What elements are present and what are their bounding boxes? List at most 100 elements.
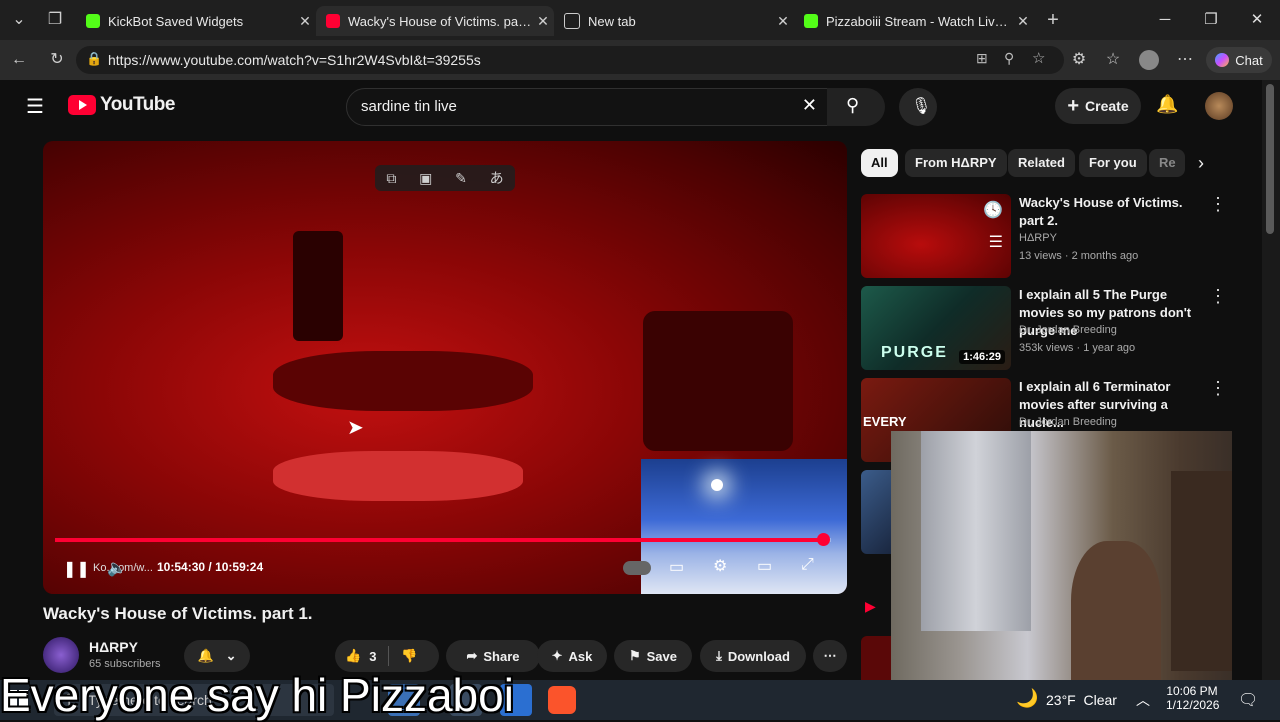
close-tab-icon[interactable]: ✕ [294,13,316,30]
restore-icon[interactable]: ❐ [1196,8,1226,32]
app-available-icon[interactable]: ⊞ [976,50,988,67]
youtube-header: ☰ YouTube sardine tin live ✕ ⚲ 🎙 + Creat… [0,80,1262,132]
volume-mute-icon[interactable]: 🔈 [107,558,127,578]
tab-new-tab[interactable]: New tab ✕ [554,6,794,36]
dislike-icon[interactable]: 👎 [401,648,417,664]
voice-search-button[interactable]: 🎙 [899,88,937,126]
recommendation-item[interactable]: PURGE 1:46:29 I explain all 5 The Purge … [861,286,1261,372]
copilot-chat-button[interactable]: Chat [1206,47,1272,73]
more-vertical-icon[interactable]: ⋮ [1209,194,1227,215]
watch-later-icon[interactable]: 🕓 [983,200,1003,220]
clear-search-icon[interactable]: ✕ [802,95,817,116]
tab-label: New tab [588,13,636,29]
close-tab-icon[interactable]: ✕ [532,13,554,30]
visual-search-icon[interactable]: ▣ [419,170,432,187]
subtitles-icon[interactable]: ▭ [669,557,684,577]
progress-bar[interactable] [55,533,831,546]
pause-icon[interactable]: ❚❚ [63,559,90,579]
youtube-logo[interactable]: YouTube [68,94,175,116]
close-window-icon[interactable]: ✕ [1242,8,1272,32]
video-scene-shape [643,311,793,451]
channel-name[interactable]: HΔRPY [89,639,138,655]
address-bar[interactable]: 🔒 https://www.youtube.com/watch?v=S1hr2W… [76,46,1064,74]
video-title: Wacky's House of Victims. part 1. [43,604,313,623]
tab-youtube[interactable]: Wacky's House of Victims. part 1. ✕ [316,6,554,36]
recommendation-channel: Dr. Jordan Breeding [1019,324,1117,336]
account-avatar[interactable] [1205,92,1233,120]
favorites-icon[interactable]: ☆ [1100,47,1126,73]
download-button[interactable]: ⤓ Download [700,640,806,672]
ask-label: Ask [568,648,593,664]
menu-hamburger-icon[interactable]: ☰ [26,94,44,119]
page-scrollbar[interactable] [1262,80,1280,680]
tab-label: KickBot Saved Widgets [108,13,244,29]
refresh-icon[interactable]: ↻ [44,47,70,73]
site-info-icon[interactable]: 🔒 [86,51,102,67]
tray-chevron-up-icon[interactable]: ︿ [1136,690,1150,710]
search-button[interactable]: ⚲ [827,88,885,126]
time-current: 10:54:30 [157,560,206,574]
fullscreen-icon[interactable]: ⤢ [801,556,814,574]
chip-all[interactable]: All [861,149,898,177]
zoom-icon[interactable]: ⚲ [1004,50,1014,67]
search-input[interactable]: sardine tin live ✕ [346,88,828,126]
popout-icon[interactable]: ⧉ [386,170,396,187]
tab-kick-stream[interactable]: Pizzaboiii Stream - Watch Live on K ✕ [794,6,1034,36]
minimize-icon[interactable]: ─ [1150,8,1180,32]
share-label: Share [483,648,520,664]
more-vertical-icon[interactable]: ⋮ [1209,378,1227,399]
chip-from-channel[interactable]: From HΔRPY [905,149,1007,177]
browser-tab-strip: ⌄ ❐ KickBot Saved Widgets ✕ Wacky's Hous… [0,0,1280,40]
chat-label: Chat [1235,52,1263,68]
new-tab-icon[interactable]: + [1040,7,1066,33]
video-thumbnail-partial[interactable] [861,636,891,680]
video-scene-shape [293,231,343,341]
chips-next-chevron-icon[interactable]: › [1188,150,1214,176]
chip-for-you[interactable]: For you [1079,149,1147,177]
tab-actions-chevron-icon[interactable]: ⌄ [6,7,32,33]
notification-center-icon[interactable]: 🗨 [1238,690,1258,710]
more-menu-icon[interactable]: ⋯ [1172,47,1198,73]
settings-gear-icon[interactable]: ⚙ [713,556,727,576]
notifications-bell-icon[interactable]: 🔔 [1156,94,1178,115]
back-icon[interactable]: ← [6,47,32,73]
ask-button[interactable]: ✦ Ask [537,640,607,672]
recommendation-title: Wacky's House of Victims. part 2. [1019,195,1183,228]
close-tab-icon[interactable]: ✕ [1012,13,1034,30]
summarize-icon[interactable]: ✎ [455,170,467,187]
profile-avatar[interactable] [1139,50,1159,70]
clock[interactable]: 10:06 PM 1/12/2026 [1166,684,1219,712]
time-separator: / [208,560,212,574]
favorite-star-icon[interactable]: ☆ [1032,49,1045,67]
create-label: Create [1085,98,1129,114]
translate-icon[interactable]: あ [490,168,504,188]
video-thumbnail: PURGE 1:46:29 [861,286,1011,370]
create-button[interactable]: + Create [1055,88,1141,124]
close-tab-icon[interactable]: ✕ [772,13,794,30]
weather-text[interactable]: 23°F Clear [1046,692,1117,708]
moon-shape [711,479,723,491]
more-horizontal-icon: ⋯ [823,648,837,663]
copilot-icon [1215,53,1230,67]
theater-mode-icon[interactable]: ▭ [757,556,772,576]
video-thumbnail: 🕓 ☰ [861,194,1011,278]
chip-truncated[interactable]: Re [1149,149,1185,177]
mouse-cursor-icon: ➤ [347,417,364,439]
brave-browser-icon[interactable] [548,686,576,714]
video-player[interactable]: ⧉ ▣ ✎ あ ➤ ❚❚ Ko..com/w... 🔈 10:54:30 / 1… [43,141,847,594]
save-button[interactable]: ⚑ Save [614,640,692,672]
add-to-queue-icon[interactable]: ☰ [989,232,1003,252]
plus-icon: + [1067,94,1080,117]
more-vertical-icon[interactable]: ⋮ [1209,286,1227,307]
tab-kickbot[interactable]: KickBot Saved Widgets ✕ [76,6,316,36]
chip-related[interactable]: Related [1008,149,1075,177]
recommendation-item[interactable]: 🕓 ☰ Wacky's House of Victims. part 2. HΔ… [861,194,1261,280]
scrollbar-thumb[interactable] [1266,84,1274,234]
clock-time: 10:06 PM [1166,684,1218,698]
workspaces-icon[interactable]: ❐ [42,7,68,33]
extensions-icon[interactable]: ⚙ [1066,47,1092,73]
more-actions-button[interactable]: ⋯ [813,640,847,672]
like-icon[interactable]: 👍 [345,648,361,664]
video-thumbnail-partial[interactable] [861,470,891,554]
autoplay-toggle[interactable] [623,561,651,575]
